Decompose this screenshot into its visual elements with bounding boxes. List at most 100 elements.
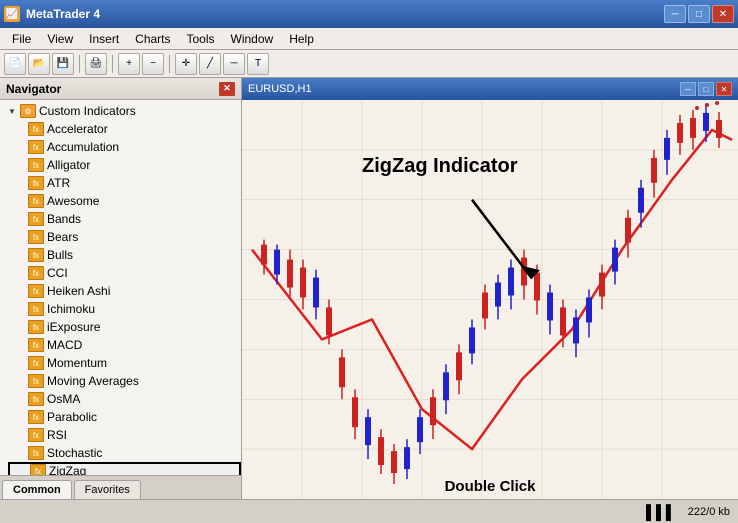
toolbar-zoom-in[interactable]: + <box>118 53 140 75</box>
toolbar-save[interactable]: 💾 <box>52 53 74 75</box>
tree-item-osma[interactable]: fx OsMA <box>8 390 241 408</box>
toolbar-separator-1 <box>79 55 80 73</box>
item-label-alligator: Alligator <box>47 158 90 172</box>
indicator-icon-momentum: fx <box>28 356 44 370</box>
toolbar: 📄 📂 💾 🖨 + − ✛ ╱ ─ T <box>0 50 738 78</box>
toolbar-crosshair[interactable]: ✛ <box>175 53 197 75</box>
toolbar-line[interactable]: ╱ <box>199 53 221 75</box>
chart-svg-container: ZigZag Indicator Double Click <box>242 100 738 499</box>
tree-custom-indicators[interactable]: ▼ ⚙ Custom Indicators <box>0 102 241 120</box>
tree-item-cci[interactable]: fx CCI <box>8 264 241 282</box>
tab-common[interactable]: Common <box>2 480 72 499</box>
toolbar-open[interactable]: 📂 <box>28 53 50 75</box>
chart-title-bar: EURUSD,H1 ─ □ ✕ <box>242 78 738 100</box>
item-label-zigzag: ZigZag <box>49 464 86 475</box>
item-label-iexposure: iExposure <box>47 320 100 334</box>
title-controls[interactable]: ─ □ ✕ <box>664 5 734 23</box>
chart-minimize-button[interactable]: ─ <box>680 82 696 96</box>
indicator-icon-atr: fx <box>28 176 44 190</box>
app-icon: 📈 <box>4 6 20 22</box>
navigator-tree[interactable]: ▼ ⚙ Custom Indicators fx Accelerator fx … <box>0 100 241 475</box>
folder-icon: ⚙ <box>20 104 36 118</box>
collapse-icon: ▼ <box>4 103 20 119</box>
navigator-header: Navigator ✕ <box>0 78 241 100</box>
item-label-accelerator: Accelerator <box>47 122 108 136</box>
chart-title-controls[interactable]: ─ □ ✕ <box>680 82 732 96</box>
item-label-ichimoku: Ichimoku <box>47 302 95 316</box>
tree-item-iexposure[interactable]: fx iExposure <box>8 318 241 336</box>
menu-view[interactable]: View <box>39 30 81 48</box>
maximize-button[interactable]: □ <box>688 5 710 23</box>
item-label-bears: Bears <box>47 230 78 244</box>
indicator-icon-cci: fx <box>28 266 44 280</box>
indicator-icon-osma: fx <box>28 392 44 406</box>
tree-item-bands[interactable]: fx Bands <box>8 210 241 228</box>
navigator-close-button[interactable]: ✕ <box>219 82 235 96</box>
tree-item-macd[interactable]: fx MACD <box>8 336 241 354</box>
close-button[interactable]: ✕ <box>712 5 734 23</box>
indicator-icon-iexposure: fx <box>28 320 44 334</box>
tree-item-moving-averages[interactable]: fx Moving Averages <box>8 372 241 390</box>
indicator-icon-alligator: fx <box>28 158 44 172</box>
minimize-button[interactable]: ─ <box>664 5 686 23</box>
navigator-title: Navigator <box>6 82 61 96</box>
tree-item-stochastic[interactable]: fx Stochastic <box>8 444 241 462</box>
indicator-icon-ichimoku: fx <box>28 302 44 316</box>
custom-indicators-label: Custom Indicators <box>39 104 136 118</box>
menu-file[interactable]: File <box>4 30 39 48</box>
tree-item-awesome[interactable]: fx Awesome <box>8 192 241 210</box>
tree-item-momentum[interactable]: fx Momentum <box>8 354 241 372</box>
indicator-icon-macd: fx <box>28 338 44 352</box>
chart-maximize-button[interactable]: □ <box>698 82 714 96</box>
item-label-heiken-ashi: Heiken Ashi <box>47 284 110 298</box>
item-label-moving-averages: Moving Averages <box>47 374 139 388</box>
item-label-osma: OsMA <box>47 392 80 406</box>
item-label-parabolic: Parabolic <box>47 410 97 424</box>
menu-bar: File View Insert Charts Tools Window Hel… <box>0 28 738 50</box>
item-label-bands: Bands <box>47 212 81 226</box>
status-bars-icon: ▌▌▌ <box>646 504 676 520</box>
menu-charts[interactable]: Charts <box>127 30 178 48</box>
menu-tools[interactable]: Tools <box>179 30 223 48</box>
indicator-icon-accelerator: fx <box>28 122 44 136</box>
tree-item-ichimoku[interactable]: fx Ichimoku <box>8 300 241 318</box>
indicator-icon-bands: fx <box>28 212 44 226</box>
item-label-stochastic: Stochastic <box>47 446 102 460</box>
tree-item-bulls[interactable]: fx Bulls <box>8 246 241 264</box>
tab-favorites[interactable]: Favorites <box>74 480 141 499</box>
indicator-icon-accumulation: fx <box>28 140 44 154</box>
indicator-icon-zigzag: fx <box>30 464 46 475</box>
item-label-macd: MACD <box>47 338 82 352</box>
tree-item-parabolic[interactable]: fx Parabolic <box>8 408 241 426</box>
status-memory: 222/0 kb <box>688 506 730 518</box>
toolbar-zoom-out[interactable]: − <box>142 53 164 75</box>
item-label-bulls: Bulls <box>47 248 73 262</box>
toolbar-text[interactable]: T <box>247 53 269 75</box>
menu-help[interactable]: Help <box>281 30 322 48</box>
toolbar-new[interactable]: 📄 <box>4 53 26 75</box>
tree-children: fx Accelerator fx Accumulation fx Alliga… <box>0 120 241 475</box>
indicator-icon-heiken-ashi: fx <box>28 284 44 298</box>
tree-item-atr[interactable]: fx ATR <box>8 174 241 192</box>
menu-window[interactable]: Window <box>223 30 282 48</box>
item-label-awesome: Awesome <box>47 194 99 208</box>
chart-area: EURUSD,H1 ─ □ ✕ <box>242 78 738 499</box>
toolbar-separator-2 <box>112 55 113 73</box>
chart-close-button[interactable]: ✕ <box>716 82 732 96</box>
item-label-cci: CCI <box>47 266 68 280</box>
app-title: MetaTrader 4 <box>26 7 100 21</box>
tree-item-heiken-ashi[interactable]: fx Heiken Ashi <box>8 282 241 300</box>
tree-item-accelerator[interactable]: fx Accelerator <box>8 120 241 138</box>
tree-item-zigzag[interactable]: fx ZigZag <box>8 462 241 475</box>
indicator-icon-awesome: fx <box>28 194 44 208</box>
item-label-momentum: Momentum <box>47 356 107 370</box>
toolbar-hline[interactable]: ─ <box>223 53 245 75</box>
toolbar-print[interactable]: 🖨 <box>85 53 107 75</box>
menu-insert[interactable]: Insert <box>81 30 127 48</box>
tree-item-rsi[interactable]: fx RSI <box>8 426 241 444</box>
tree-item-bears[interactable]: fx Bears <box>8 228 241 246</box>
navigator-tabs: Common Favorites <box>0 475 241 499</box>
tree-item-alligator[interactable]: fx Alligator <box>8 156 241 174</box>
indicator-icon-moving-averages: fx <box>28 374 44 388</box>
tree-item-accumulation[interactable]: fx Accumulation <box>8 138 241 156</box>
